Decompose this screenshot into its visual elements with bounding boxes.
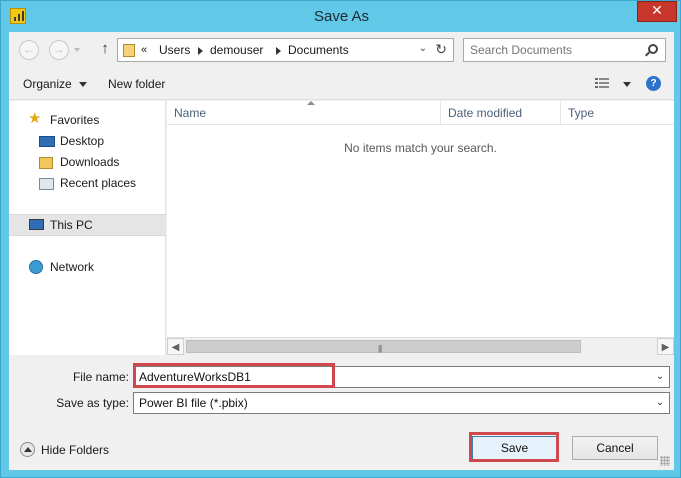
address-overflow[interactable]: « bbox=[141, 44, 147, 56]
help-icon[interactable]: ? bbox=[646, 76, 661, 91]
recent-locations-chevron-icon[interactable] bbox=[74, 48, 80, 52]
scroll-left-icon[interactable]: ◀ bbox=[167, 338, 184, 355]
sort-ascending-icon bbox=[307, 101, 315, 105]
empty-folder-message: No items match your search. bbox=[344, 141, 497, 155]
downloads-icon bbox=[39, 157, 53, 169]
breadcrumb-demouser[interactable]: demouser bbox=[210, 43, 263, 57]
search-input[interactable] bbox=[470, 42, 640, 58]
window-title: Save As bbox=[313, 8, 370, 25]
scroll-right-icon[interactable]: ▶ bbox=[657, 338, 674, 355]
organize-menu-button[interactable]: Organize bbox=[23, 77, 72, 91]
nav-item-downloads[interactable]: Downloads bbox=[9, 152, 166, 172]
address-bar[interactable]: « Users demouser Documents ⌄ ↻ bbox=[117, 38, 454, 62]
file-name-highlight bbox=[133, 363, 335, 388]
column-label-name: Name bbox=[174, 106, 207, 120]
search-icon[interactable] bbox=[648, 44, 658, 54]
nav-label-desktop: Desktop bbox=[60, 134, 105, 148]
save-as-type-dropdown-icon[interactable]: ⌄ bbox=[653, 396, 667, 410]
forward-arrow-icon[interactable]: → bbox=[49, 40, 69, 60]
nav-label-recent-places: Recent places bbox=[60, 176, 137, 190]
nav-item-desktop[interactable]: Desktop bbox=[9, 131, 166, 151]
up-arrow-icon[interactable]: ↑ bbox=[97, 39, 113, 59]
column-header-name[interactable]: Name bbox=[167, 101, 441, 125]
column-label-date-modified: Date modified bbox=[448, 106, 523, 120]
refresh-icon[interactable]: ↻ bbox=[435, 41, 447, 58]
nav-label-this-pc: This PC bbox=[50, 218, 93, 232]
organize-dropdown-icon[interactable] bbox=[79, 82, 87, 87]
nav-item-this-pc[interactable]: This PC bbox=[9, 214, 166, 236]
horizontal-scrollbar[interactable]: ◀ ||| ▶ bbox=[167, 337, 674, 355]
breadcrumb-users[interactable]: Users bbox=[159, 43, 190, 57]
recent-places-icon bbox=[39, 178, 54, 190]
scrollbar-grip-icon: ||| bbox=[378, 344, 382, 353]
collapse-up-icon bbox=[20, 442, 35, 457]
close-button[interactable]: ✕ bbox=[637, 1, 677, 22]
breadcrumb-separator-icon[interactable] bbox=[276, 47, 281, 55]
navigation-pane: ★ Favorites Desktop Downloads Recent pla… bbox=[9, 101, 166, 355]
file-list[interactable]: Name Date modified Type No items match y… bbox=[167, 101, 674, 355]
column-header-date-modified[interactable]: Date modified bbox=[441, 101, 561, 125]
network-icon bbox=[29, 260, 43, 274]
save-button-highlight bbox=[469, 432, 559, 462]
address-dropdown-icon[interactable]: ⌄ bbox=[419, 43, 427, 54]
new-folder-button[interactable]: New folder bbox=[108, 77, 165, 91]
star-icon: ★ bbox=[28, 110, 42, 127]
back-arrow-icon[interactable]: ← bbox=[19, 40, 39, 60]
dialog-body: ← → ↑ « Users demouser Documents ⌄ ↻ Org… bbox=[9, 32, 674, 470]
breadcrumb-documents[interactable]: Documents bbox=[288, 43, 349, 57]
resize-grip-icon[interactable] bbox=[660, 456, 670, 466]
nav-label-network: Network bbox=[50, 260, 95, 274]
column-header-type[interactable]: Type bbox=[561, 101, 674, 125]
save-as-type-select[interactable]: Power BI file (*.pbix) ⌄ bbox=[133, 392, 670, 414]
column-label-type: Type bbox=[568, 106, 595, 120]
cancel-button[interactable]: Cancel bbox=[572, 436, 658, 460]
nav-item-recent-places[interactable]: Recent places bbox=[9, 173, 166, 193]
scrollbar-thumb[interactable]: ||| bbox=[186, 340, 581, 353]
desktop-icon bbox=[39, 136, 55, 147]
save-as-type-value: Power BI file (*.pbix) bbox=[139, 396, 248, 410]
nav-item-favorites[interactable]: ★ Favorites bbox=[9, 110, 166, 130]
view-dropdown-icon[interactable] bbox=[623, 82, 631, 87]
breadcrumb-separator-icon[interactable] bbox=[198, 47, 203, 55]
nav-label-favorites: Favorites bbox=[50, 113, 100, 127]
computer-icon bbox=[29, 219, 44, 230]
file-name-dropdown-icon[interactable]: ⌄ bbox=[653, 370, 667, 384]
folder-icon bbox=[123, 44, 135, 57]
save-as-dialog: Save As ✕ ← → ↑ « Users demouser Documen… bbox=[0, 0, 681, 478]
nav-label-downloads: Downloads bbox=[60, 155, 120, 169]
nav-item-network[interactable]: Network bbox=[9, 257, 166, 277]
view-options-icon[interactable] bbox=[595, 78, 609, 89]
search-box[interactable] bbox=[463, 38, 666, 62]
title-bar: Save As ✕ bbox=[1, 1, 681, 32]
command-bar: Organize New folder ? bbox=[9, 68, 674, 100]
hide-folders-label: Hide Folders bbox=[41, 443, 110, 457]
file-name-label: File name: bbox=[72, 370, 129, 384]
save-as-type-label: Save as type: bbox=[56, 396, 129, 410]
